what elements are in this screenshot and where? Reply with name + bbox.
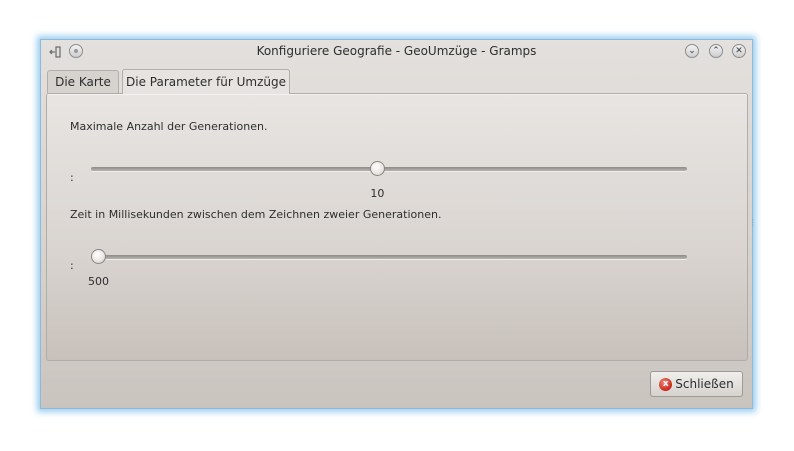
tab-panel: Maximale Anzahl der Generationen. : 10 Z…	[46, 93, 748, 361]
delay-label: Zeit in Millisekunden zwischen dem Zeich…	[70, 208, 442, 221]
delay-prefix: :	[70, 259, 74, 272]
close-button-label: Schließen	[675, 377, 734, 391]
minimize-button[interactable]: ⌄	[685, 44, 699, 58]
tab-parameter-umzuege[interactable]: Die Parameter für Umzüge	[122, 69, 290, 94]
tab-die-karte[interactable]: Die Karte	[47, 70, 119, 93]
close-x-icon: x	[659, 377, 673, 391]
generations-slider-track[interactable]	[91, 167, 687, 171]
title-bar[interactable]: Konfiguriere Geografie - GeoUmzüge - Gra…	[41, 40, 752, 64]
dialog-window: Konfiguriere Geografie - GeoUmzüge - Gra…	[40, 39, 757, 409]
generations-prefix: :	[70, 171, 74, 184]
generations-slider-handle[interactable]	[369, 161, 385, 176]
generations-value: 10	[370, 187, 385, 200]
generations-label: Maximale Anzahl der Generationen.	[70, 120, 268, 133]
resize-grip-icon[interactable]: ⋮	[749, 218, 757, 227]
delay-value: 500	[88, 275, 109, 288]
close-button[interactable]: x Schließen	[650, 371, 743, 397]
delay-slider-track[interactable]	[91, 255, 687, 259]
delay-slider-handle[interactable]	[91, 249, 106, 264]
maximize-button[interactable]: ⌃	[709, 44, 723, 58]
window-title: Konfiguriere Geografie - GeoUmzüge - Gra…	[256, 44, 537, 58]
close-window-button[interactable]: ✕	[732, 44, 746, 58]
